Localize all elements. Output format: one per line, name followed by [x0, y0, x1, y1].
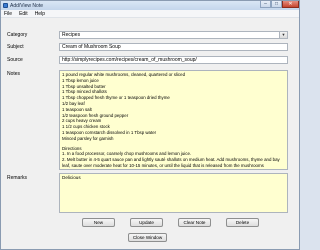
category-select[interactable]: Recipes ▼	[59, 31, 288, 39]
maximize-button[interactable]: □	[271, 1, 282, 8]
minimize-button[interactable]: –	[260, 1, 271, 8]
notes-textarea[interactable]: 1 pound regular white mushrooms, cleaned…	[59, 70, 288, 170]
source-label: Source	[7, 57, 23, 63]
category-value: Recipes	[62, 32, 81, 38]
menu-edit[interactable]: Edit	[19, 11, 28, 17]
new-button[interactable]: New	[82, 218, 115, 227]
window-title: Add/View Note	[10, 2, 43, 9]
update-button[interactable]: Update	[130, 218, 163, 227]
title-bar[interactable]: Add/View Note – □ ✕	[1, 1, 299, 10]
window-controls: – □ ✕	[260, 1, 299, 9]
source-field[interactable]: http://simplyrecipes.com/recipes/cream_o…	[59, 56, 288, 64]
remarks-label: Remarks	[7, 175, 28, 181]
chevron-down-icon[interactable]: ▼	[279, 32, 287, 38]
menu-bar: File Edit Help	[1, 10, 299, 18]
app-icon	[3, 3, 8, 8]
clear-note-button[interactable]: Clear Note	[178, 218, 211, 227]
remarks-textarea[interactable]: Delicious	[59, 173, 288, 213]
add-view-note-window: Add/View Note – □ ✕ File Edit Help Categ…	[0, 0, 300, 250]
subject-label: Subject	[7, 44, 24, 50]
close-button[interactable]: ✕	[282, 1, 299, 8]
category-label: Category	[7, 32, 28, 38]
notes-line: leaf, saute over moderate heat for 10-15…	[62, 162, 264, 168]
close-window-button[interactable]: Close Window	[128, 233, 167, 242]
menu-file[interactable]: File	[4, 11, 12, 17]
delete-button[interactable]: Delete	[226, 218, 259, 227]
notes-label: Notes	[7, 71, 21, 77]
menu-help[interactable]: Help	[35, 11, 45, 17]
subject-field[interactable]: Cream of Mushroom Soup	[59, 43, 288, 51]
